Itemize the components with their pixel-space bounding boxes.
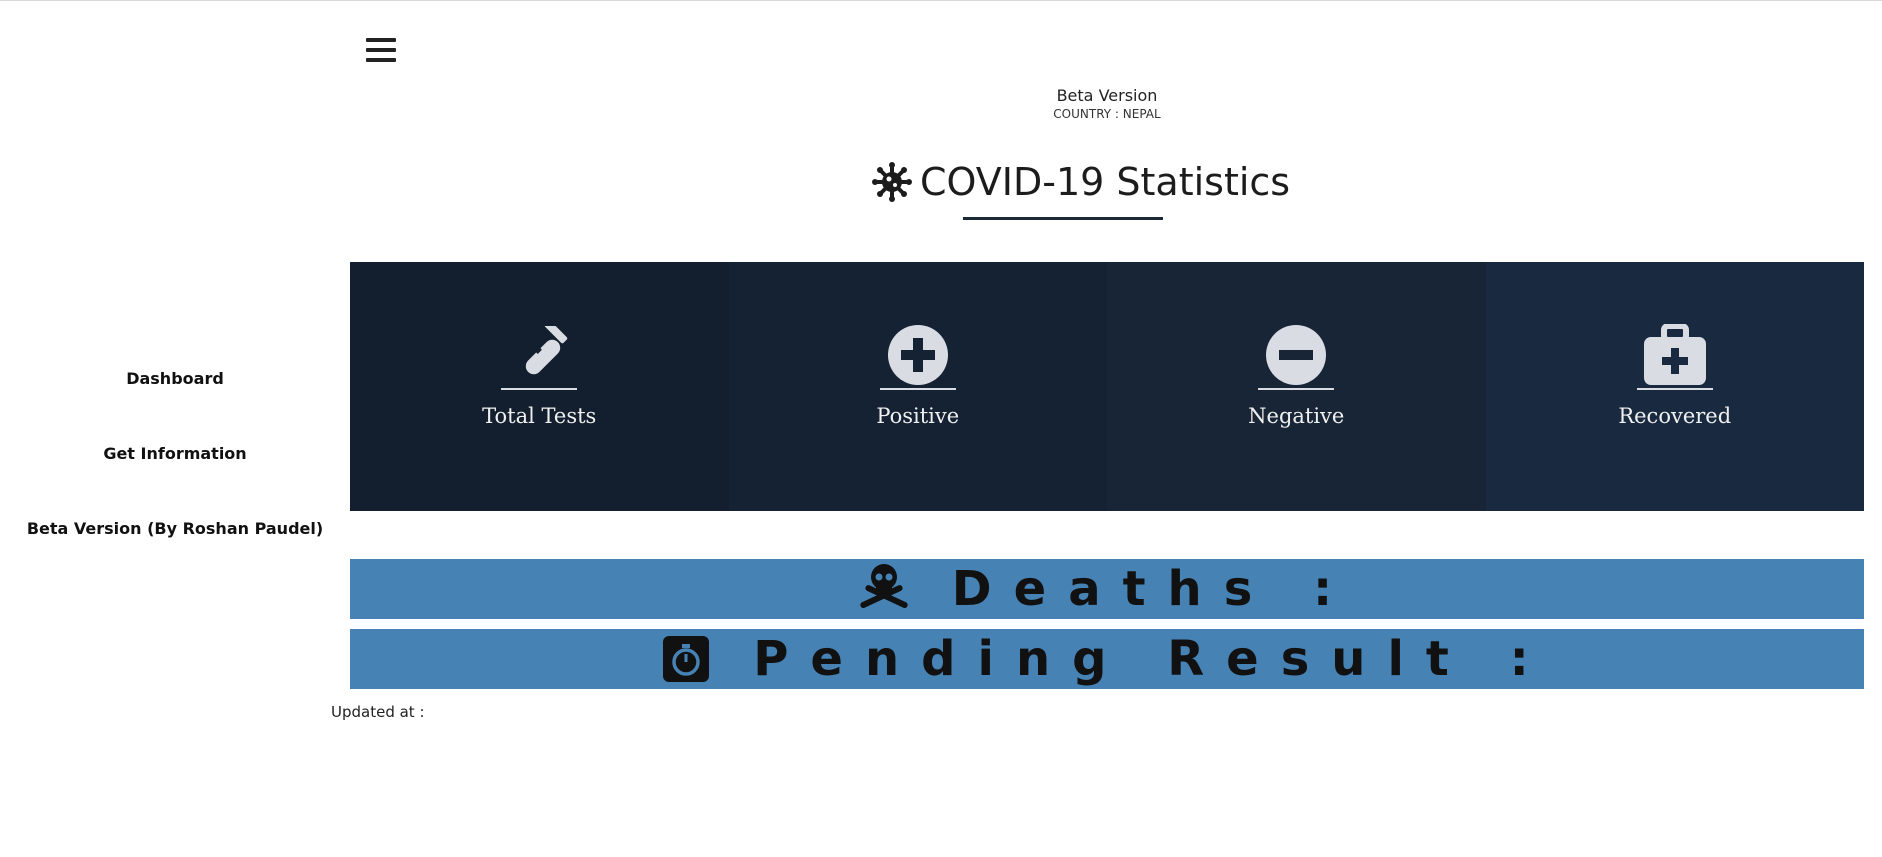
sidebar-item-beta-version[interactable]: Beta Version (By Roshan Paudel) [0, 519, 350, 538]
deaths-label: Deaths : [951, 561, 1355, 617]
country-label: COUNTRY : NEPAL [1053, 107, 1161, 121]
deaths-bar: Deaths : [350, 559, 1864, 619]
card-label: Recovered [1618, 404, 1732, 428]
skull-crossbones-icon [860, 564, 908, 609]
hamburger-bar [366, 38, 396, 42]
beta-header: Beta Version COUNTRY : NEPAL [1007, 86, 1207, 121]
card-label: Total Tests [482, 404, 597, 428]
hamburger-bar [366, 58, 396, 62]
plus-circle-icon [879, 324, 956, 390]
sidebar: Dashboard Get Information Beta Version (… [0, 0, 350, 857]
virus-icon [872, 162, 912, 202]
card-negative[interactable]: Negative [1107, 262, 1486, 511]
hamburger-bar [366, 48, 396, 52]
card-positive[interactable]: Positive [728, 262, 1107, 511]
pending-result-label: Pending Result : [753, 631, 1551, 687]
title-underline [963, 217, 1163, 220]
sidebar-item-dashboard[interactable]: Dashboard [0, 369, 350, 388]
stats-cards: Total Tests Positive Negative Recovered [350, 262, 1864, 511]
minus-circle-icon [1258, 324, 1335, 390]
updated-at-label: Updated at : [331, 703, 425, 721]
card-label: Positive [876, 404, 960, 428]
stopwatch-icon [663, 636, 710, 682]
menu-toggle-button[interactable] [366, 38, 396, 68]
sidebar-item-get-information[interactable]: Get Information [0, 444, 350, 463]
test-tube-icon [501, 324, 578, 390]
beta-title: Beta Version [1056, 86, 1158, 105]
page-title: COVID-19 Statistics [872, 158, 1290, 206]
medical-kit-icon [1636, 324, 1713, 390]
page-title-text: COVID-19 Statistics [920, 160, 1291, 204]
card-total-tests[interactable]: Total Tests [350, 262, 729, 511]
pending-result-bar: Pending Result : [350, 629, 1864, 689]
card-recovered[interactable]: Recovered [1485, 262, 1864, 511]
card-label: Negative [1248, 404, 1345, 428]
